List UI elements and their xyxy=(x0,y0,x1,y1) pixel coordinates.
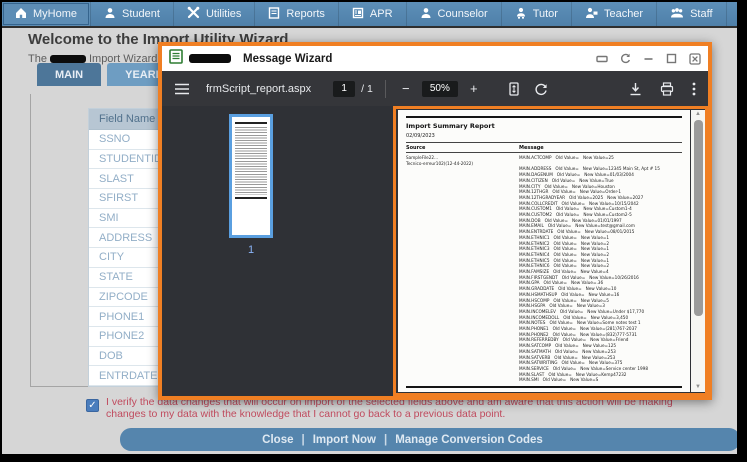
apr-book-icon xyxy=(352,7,364,22)
nav-item-myhome[interactable]: MyHome xyxy=(2,2,91,26)
source-column-header: Source xyxy=(406,144,426,151)
home-icon xyxy=(15,7,27,22)
toolbar-right-group xyxy=(629,81,696,96)
report-title: Import Summary Report xyxy=(406,122,495,130)
close-button[interactable]: Close xyxy=(262,434,293,446)
dialog-title: Message Wizard xyxy=(243,52,333,65)
tools-icon xyxy=(187,6,200,22)
download-icon[interactable] xyxy=(629,82,642,96)
nav-item-apr[interactable]: APR xyxy=(337,2,406,26)
close-icon[interactable] xyxy=(689,52,701,65)
manage-conversion-codes-button[interactable]: Manage Conversion Codes xyxy=(395,434,543,446)
scroll-up-arrow[interactable]: ▲ xyxy=(691,110,705,119)
nav-item-admin[interactable]: Admin xyxy=(725,2,737,26)
page-thumbnail[interactable] xyxy=(229,114,273,238)
counselor-icon xyxy=(420,7,432,22)
nav-label: Reports xyxy=(286,8,325,20)
page-number-input[interactable]: 1 xyxy=(333,80,356,97)
student-icon xyxy=(104,7,116,22)
zoom-out-button[interactable]: − xyxy=(398,81,414,96)
nav-item-counselor[interactable]: Counselor xyxy=(405,2,501,26)
maximize-icon[interactable] xyxy=(666,53,677,64)
separator: | xyxy=(301,433,305,446)
nav-item-reports[interactable]: Reports xyxy=(254,2,338,26)
nav-label: MyHome xyxy=(33,8,78,20)
thumbnail-page-number: 1 xyxy=(247,244,255,256)
application-window: MyHome Student Utilities Reports APR Cou… xyxy=(2,2,737,454)
nav-label: Utilities xyxy=(205,8,242,20)
kebab-menu-icon[interactable] xyxy=(692,82,696,96)
message-column-header: Message xyxy=(519,144,544,151)
tutor-icon xyxy=(515,7,527,22)
refresh-icon[interactable] xyxy=(620,53,631,64)
report-bottom-rule xyxy=(406,386,682,388)
nav-item-utilities[interactable]: Utilities xyxy=(172,2,254,26)
report-message-line: MAIN.SMI Old Value= New Value=S xyxy=(519,377,599,383)
zoom-level-input[interactable]: 50% xyxy=(421,80,458,97)
message-wizard-dialog: Message Wizard frmScript_report.aspx 1 /… xyxy=(158,42,712,400)
nav-label: APR xyxy=(369,8,393,20)
rotate-icon[interactable] xyxy=(534,82,548,96)
fit-page-icon[interactable] xyxy=(508,81,520,96)
top-navbar: MyHome Student Utilities Reports APR Cou… xyxy=(2,2,737,28)
nav-label: Staff xyxy=(690,8,713,20)
scroll-down-arrow[interactable]: ▼ xyxy=(691,383,705,392)
scrollbar-thumb[interactable] xyxy=(693,120,703,316)
nav-item-teacher[interactable]: Teacher xyxy=(570,2,656,26)
separator: | xyxy=(383,433,388,446)
vertical-scrollbar[interactable]: ▲ ▼ xyxy=(691,110,705,392)
redaction-blob xyxy=(49,55,86,64)
report-top-rule xyxy=(406,116,682,118)
green-report-icon xyxy=(169,48,183,69)
staff-group-icon xyxy=(670,7,684,22)
minimize-icon[interactable] xyxy=(643,54,654,64)
popout-icon[interactable] xyxy=(596,54,608,64)
redaction-blob xyxy=(189,54,231,63)
pdf-toolbar: frmScript_report.aspx 1 / 1 − 50% + xyxy=(162,71,708,106)
nav-label: Counselor xyxy=(437,8,488,20)
report-page: Import Summary Report 02/09/2023 Source … xyxy=(398,110,690,392)
dialog-titlebar: Message Wizard xyxy=(162,46,708,71)
nav-label: Tutor xyxy=(532,8,558,20)
nav-item-tutor[interactable]: Tutor xyxy=(500,2,571,26)
thumbnail-preview xyxy=(235,120,267,232)
nav-item-student[interactable]: Student xyxy=(90,2,173,26)
toolbar-divider xyxy=(384,79,386,98)
pdf-filename: frmScript_report.aspx xyxy=(206,82,312,95)
import-now-button[interactable]: Import Now xyxy=(313,434,376,446)
nav-item-staff[interactable]: Staff xyxy=(656,2,725,26)
report-source-cell: SampleFile22... Tecnico-erreur102)(12-44… xyxy=(406,155,519,383)
report-column-headers: Source Message xyxy=(406,142,682,153)
window-controls xyxy=(596,52,701,65)
verify-checkbox[interactable]: ✓ xyxy=(86,399,99,412)
report-message-list: MAIN.ACTCOMP Old Value= New Value=25 MAIN… xyxy=(519,155,682,383)
report-date: 02/09/2023 xyxy=(406,133,435,139)
menu-icon[interactable] xyxy=(174,83,190,95)
report-icon xyxy=(268,6,280,22)
nav-label: Student xyxy=(122,8,160,20)
source-line: Tecnico-erreur102)(12-44-2022) xyxy=(406,160,474,166)
report-body: SampleFile22... Tecnico-erreur102)(12-44… xyxy=(406,155,682,383)
page-total-label: / 1 xyxy=(361,82,373,95)
zoom-in-button[interactable]: + xyxy=(466,81,482,96)
verify-line-2: changes to my data with the knowledge th… xyxy=(106,408,506,420)
pdf-viewer-content: 1 Import Summary Report 02/09/2023 Sourc… xyxy=(162,106,708,396)
tab-main[interactable]: MAIN xyxy=(37,63,102,86)
teacher-icon xyxy=(585,7,598,22)
footer-action-bar: Close | Import Now | Manage Conversion C… xyxy=(120,428,737,451)
nav-label: Teacher xyxy=(603,8,644,20)
print-icon[interactable] xyxy=(660,81,674,96)
